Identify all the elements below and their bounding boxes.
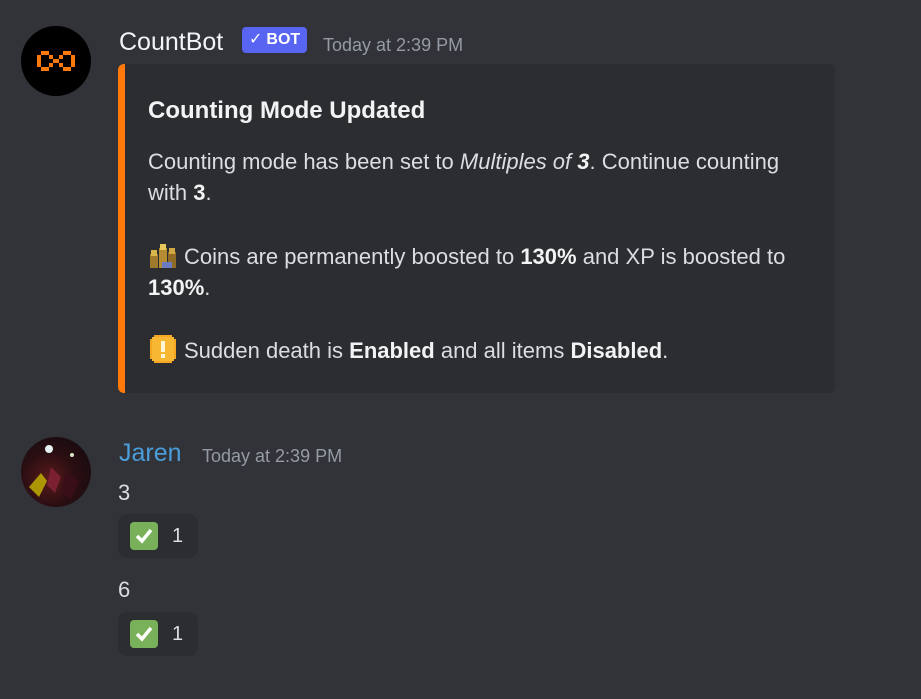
- reaction-count: 1: [172, 622, 184, 645]
- username-jaren[interactable]: Jaren: [119, 438, 182, 468]
- reaction-button[interactable]: 1: [118, 612, 198, 656]
- timestamp[interactable]: Today at 2:39 PM: [202, 445, 342, 467]
- warning-icon: [150, 335, 176, 363]
- jaren-avatar[interactable]: [21, 437, 91, 507]
- embed-card: Counting Mode Updated Counting mode has …: [118, 64, 835, 393]
- coins-icon: [150, 244, 176, 268]
- embed-paragraph-sudden-death: Sudden death is Enabled and all items Di…: [148, 334, 818, 366]
- infinity-logo-icon: [37, 51, 75, 71]
- reaction-button[interactable]: 1: [118, 514, 198, 558]
- message-content: 3: [118, 480, 131, 505]
- sudden-death-state: Enabled: [349, 338, 435, 363]
- verified-check-icon: ✓: [249, 31, 263, 48]
- countbot-avatar[interactable]: [21, 26, 91, 96]
- embed-title: Counting Mode Updated: [148, 97, 426, 124]
- reaction-count: 1: [172, 524, 184, 547]
- next-number: 3: [193, 180, 206, 205]
- bot-tag-label: BOT: [266, 31, 301, 48]
- message-countbot: CountBot ✓ BOT Today at 2:39 PM Counting…: [0, 0, 921, 410]
- mode-name: Multiples of: [459, 149, 578, 174]
- message-content: 6: [118, 577, 131, 602]
- bot-tag: ✓ BOT: [242, 27, 308, 53]
- user-avatar-image: [29, 445, 79, 499]
- message-jaren: Jaren Today at 2:39 PM 3 1 6 1: [0, 410, 921, 699]
- coins-boost-value: 130%: [520, 244, 577, 269]
- white-check-mark-icon: [130, 620, 158, 648]
- mode-number: 3: [577, 149, 590, 174]
- username-countbot[interactable]: CountBot: [119, 27, 223, 57]
- xp-boost-value: 130%: [148, 275, 205, 300]
- embed-paragraph-mode: Counting mode has been set to Multiples …: [148, 149, 780, 205]
- embed-paragraph-boost: Coins are permanently boosted to 130% an…: [148, 240, 818, 303]
- timestamp[interactable]: Today at 2:39 PM: [323, 34, 463, 56]
- white-check-mark-icon: [130, 522, 158, 550]
- items-state: Disabled: [570, 338, 663, 363]
